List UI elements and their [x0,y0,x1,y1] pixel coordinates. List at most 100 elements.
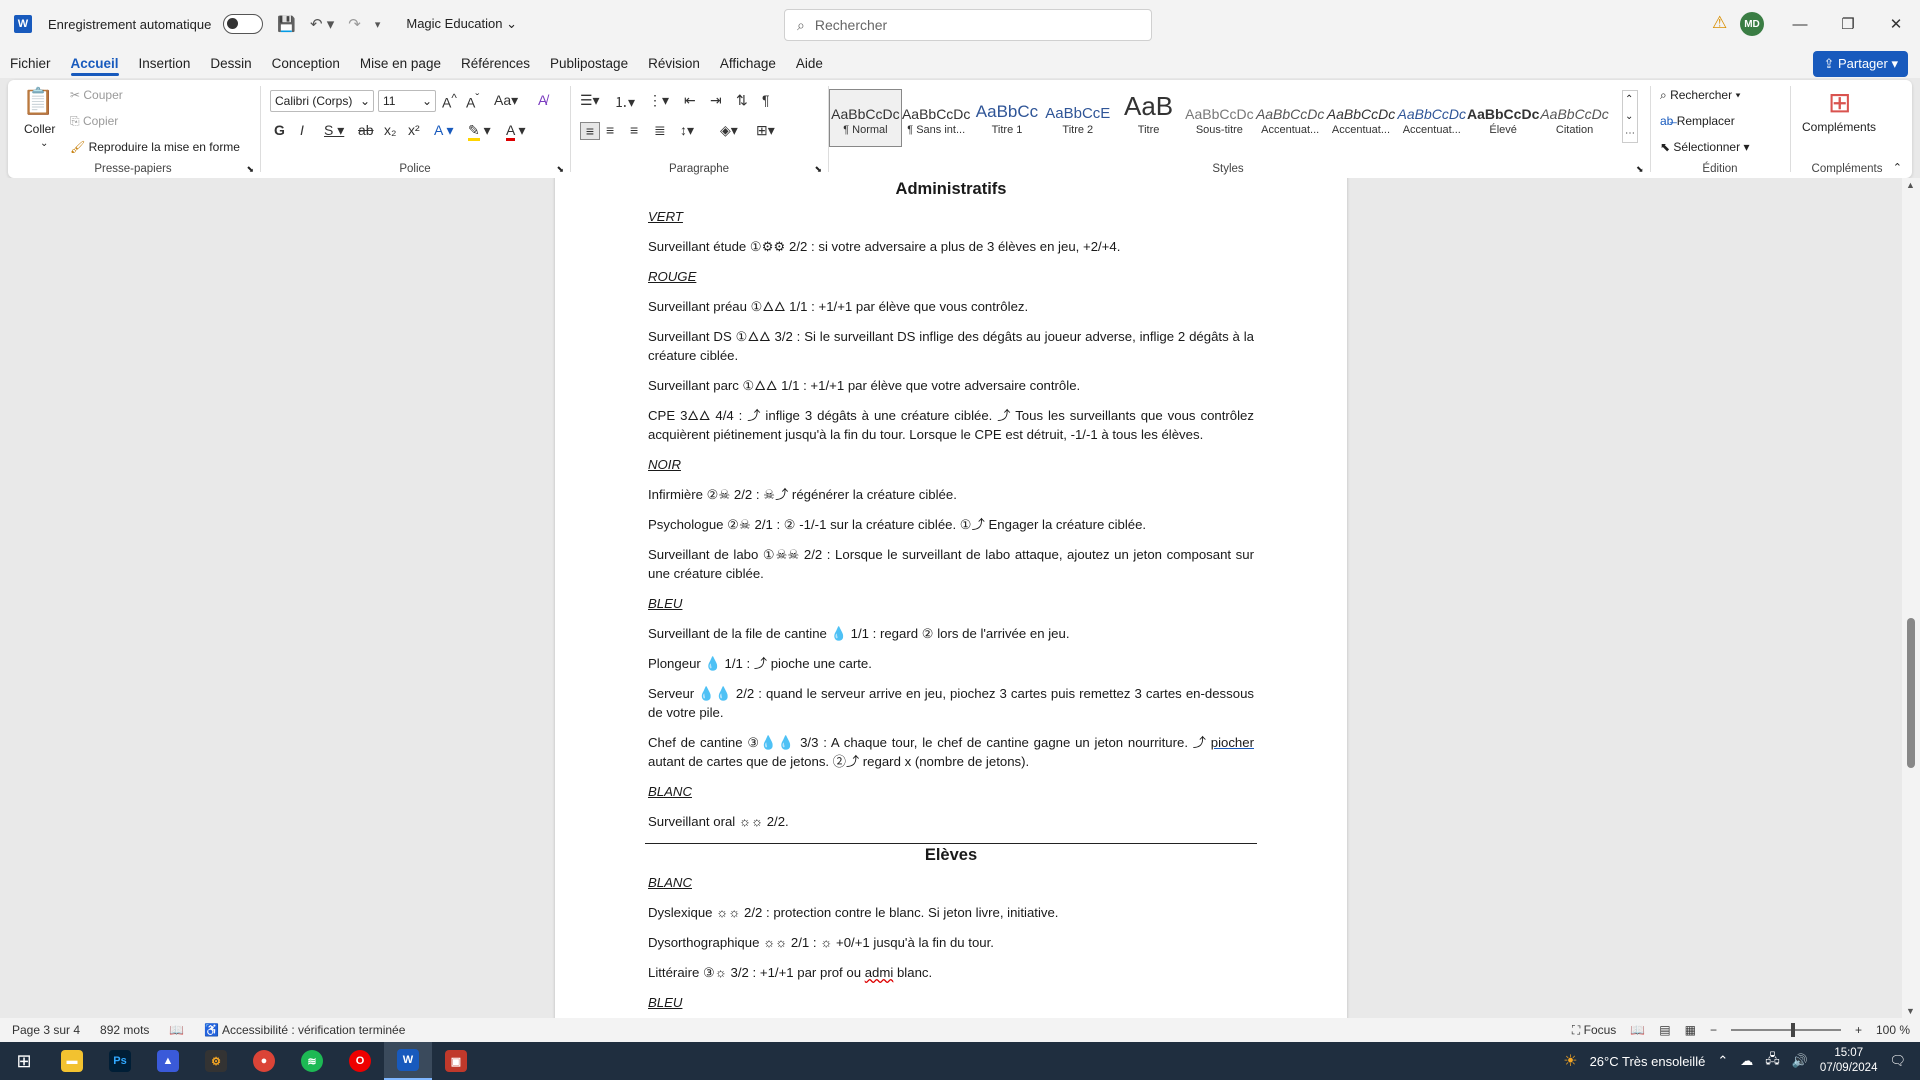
paragraph-launcher-icon[interactable]: ⬊ [814,164,822,175]
bold-icon[interactable]: G [274,122,285,138]
style-subtitle[interactable]: AaBbCcDc Sous-titre [1184,90,1255,146]
addins-button[interactable]: Compléments [1802,120,1876,134]
style-heading-2[interactable]: AaBbCcE Titre 2 [1042,90,1113,146]
volume-icon[interactable]: 🔊 [1792,1053,1808,1069]
zoom-out-icon[interactable]: − [1710,1023,1717,1037]
find-button[interactable]: ⌕ Rechercher ▾ [1660,88,1740,103]
grow-font-icon[interactable]: A^ [442,92,457,111]
vertical-scrollbar[interactable]: ▲ ▼ [1902,178,1920,1018]
chevron-up-icon[interactable]: ⌃ [1625,94,1633,105]
italic-icon[interactable]: I [300,122,304,138]
replace-button[interactable]: ab̶ Remplacer [1660,114,1735,128]
style-emphasis[interactable]: AaBbCcDc Accentuat... [1326,90,1397,146]
align-left-icon[interactable]: ≡ [580,122,600,140]
shrink-font-icon[interactable]: Aˇ [466,92,479,111]
weather-icon[interactable]: ☀ [1563,1051,1577,1071]
style-title[interactable]: AaB Titre [1113,90,1184,146]
start-button[interactable]: ⊞ [0,1042,48,1080]
styles-scroll[interactable]: ⌃ ⌄ ⋯ [1622,90,1638,143]
scroll-down-icon[interactable]: ▼ [1906,1006,1915,1016]
accessibility-status[interactable]: ♿ Accessibilité : vérification terminée [204,1023,405,1037]
redo-icon[interactable]: ↷ [348,15,361,33]
sort-icon[interactable]: ⇅ [736,92,748,109]
styles-launcher-icon[interactable]: ⬊ [1636,164,1644,175]
taskbar-explorer[interactable]: ▬ [48,1042,96,1080]
minimize-icon[interactable]: — [1776,0,1824,48]
undo-icon[interactable]: ↶ ▾ [310,15,334,33]
restore-icon[interactable]: ❐ [1824,0,1872,48]
flagged-word[interactable]: piocher [1211,735,1254,750]
taskbar-spotify[interactable]: ≋ [288,1042,336,1080]
clipboard-launcher-icon[interactable]: ⬊ [246,164,254,175]
taskbar-chrome[interactable]: ● [240,1042,288,1080]
format-painter-button[interactable]: 🖌 Reproduire la mise en forme [70,140,240,154]
taskbar-word[interactable]: W [384,1042,432,1080]
close-icon[interactable]: ✕ [1872,0,1920,48]
focus-button[interactable]: ⛶ Focus [1572,1023,1616,1038]
warning-icon[interactable]: ⚠ [1712,13,1727,33]
shading-icon[interactable]: ◈▾ [720,122,738,139]
style-heading-1[interactable]: AaBbCc Titre 1 [972,90,1043,146]
bullets-icon[interactable]: ☰▾ [580,92,600,109]
proofing-icon[interactable]: 📖 [169,1023,184,1037]
tab-mise-en-page[interactable]: Mise en page [350,48,451,78]
numbering-icon[interactable]: ⒈▾ [614,92,635,112]
tab-conception[interactable]: Conception [262,48,350,78]
search-box[interactable]: ⌕ Rechercher [784,9,1152,41]
network-icon[interactable]: 🖧 [1765,1050,1780,1072]
taskbar-opera[interactable]: O [336,1042,384,1080]
clock[interactable]: 15:07 07/09/2024 [1820,1046,1878,1076]
increase-indent-icon[interactable]: ⇥ [710,92,722,109]
underline-icon[interactable]: S ▾ [324,122,344,139]
paste-icon[interactable]: 📋 [22,86,54,117]
tab-insertion[interactable]: Insertion [129,48,201,78]
style-strong[interactable]: AaBbCcDc Élevé [1467,90,1539,146]
decrease-indent-icon[interactable]: ⇤ [684,92,696,109]
tab-accueil[interactable]: Accueil [61,48,129,78]
tab-references[interactable]: Références [451,48,540,78]
superscript-icon[interactable]: x² [408,122,420,138]
tab-affichage[interactable]: Affichage [710,48,786,78]
cloud-icon[interactable]: ☁ [1740,1053,1753,1069]
share-button[interactable]: ⇪ Partager ▾ [1813,51,1908,77]
multilevel-list-icon[interactable]: ⋮▾ [648,92,669,109]
align-center-icon[interactable]: ≡ [606,122,614,138]
font-name-combo[interactable]: Calibri (Corps) ⌄ [270,90,374,112]
chevron-down-icon[interactable]: ⌄ [1625,111,1633,122]
weather-text[interactable]: 26°C Très ensoleillé [1590,1054,1706,1069]
web-layout-icon[interactable]: ▦ [1685,1023,1696,1037]
customize-qat-icon[interactable]: ▾ [375,18,381,31]
line-spacing-icon[interactable]: ↕▾ [680,122,694,139]
word-count[interactable]: 892 mots [100,1023,149,1037]
taskbar-app3[interactable]: ▣ [432,1042,480,1080]
tab-revision[interactable]: Révision [638,48,710,78]
change-case-icon[interactable]: Aa▾ [494,92,518,109]
document-name[interactable]: Magic Education ⌄ [406,16,517,32]
misspelled-word[interactable]: admi [865,965,894,980]
text-effects-icon[interactable]: A ▾ [434,122,453,139]
tab-fichier[interactable]: Fichier [0,48,61,78]
font-color-icon[interactable]: A ▾ [506,122,526,141]
select-button[interactable]: ⬉ Sélectionner ▾ [1660,140,1749,154]
show-marks-icon[interactable]: ¶ [762,92,770,108]
zoom-in-icon[interactable]: + [1855,1023,1862,1037]
addins-icon[interactable]: ⊞ [1828,86,1851,119]
read-mode-icon[interactable]: 📖 [1630,1023,1645,1037]
document-body[interactable]: Administratifs VERT Surveillant étude ①⚙… [645,178,1257,1018]
font-size-combo[interactable]: 11 ⌄ [378,90,436,112]
taskbar-app2[interactable]: ⚙ [192,1042,240,1080]
style-emphasis-subtle[interactable]: AaBbCcDc Accentuat... [1255,90,1326,146]
styles-more-icon[interactable]: ⋯ [1625,128,1635,139]
borders-icon[interactable]: ⊞▾ [756,122,775,139]
collapse-ribbon-icon[interactable]: ⌃ [1893,161,1902,174]
style-normal[interactable]: AaBbCcDc ¶ Normal [829,89,902,147]
tab-aide[interactable]: Aide [786,48,833,78]
style-emphasis-intense[interactable]: AaBbCcDc Accentuat... [1396,90,1467,146]
style-quote[interactable]: AaBbCcDc Citation [1539,90,1610,146]
justify-icon[interactable]: ≣ [654,122,666,139]
align-right-icon[interactable]: ≡ [630,122,638,138]
scrollbar-thumb[interactable] [1907,618,1915,768]
tab-publipostage[interactable]: Publipostage [540,48,638,78]
taskbar-app[interactable]: ▲ [144,1042,192,1080]
style-no-spacing[interactable]: AaBbCcDc ¶ Sans int... [901,90,972,146]
